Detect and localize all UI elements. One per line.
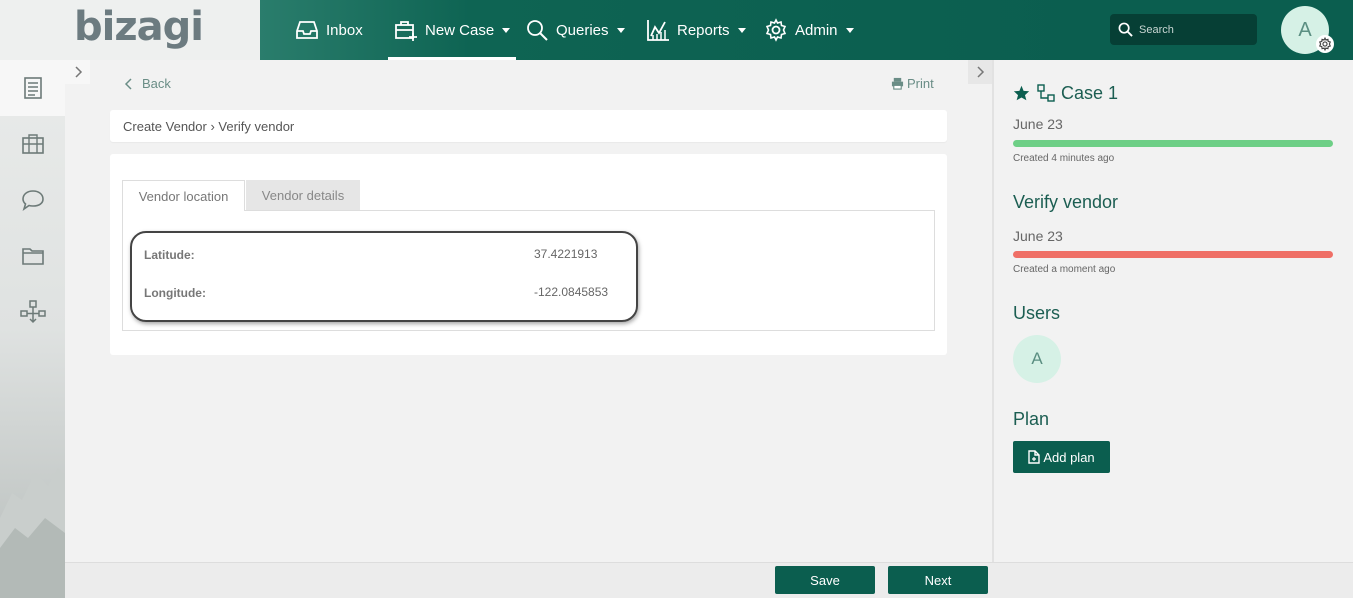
task-created: Created a moment ago	[1013, 264, 1116, 275]
case-created: Created 4 minutes ago	[1013, 153, 1115, 164]
task-title: Verify vendor	[1013, 192, 1119, 212]
nav-queries[interactable]: Queries	[525, 0, 625, 60]
chevron-down-icon	[737, 27, 746, 33]
nav-inbox-label: Inbox	[326, 21, 363, 39]
rail-documents[interactable]	[0, 228, 65, 284]
search-box[interactable]	[1110, 14, 1257, 45]
briefcase-icon	[21, 134, 44, 154]
new-case-icon	[395, 21, 417, 41]
user-settings-gear-icon[interactable]	[1316, 35, 1334, 53]
document-plus-icon	[1028, 450, 1041, 464]
rail-process[interactable]	[0, 284, 65, 340]
search-icon	[527, 20, 548, 41]
printer-icon	[891, 77, 904, 90]
case-progress-bar	[1013, 140, 1333, 147]
gear-icon	[765, 18, 787, 42]
task-date: June 23	[1013, 228, 1063, 244]
chevron-down-icon	[845, 27, 854, 33]
nav-inbox[interactable]: Inbox	[295, 0, 363, 60]
nav-queries-label: Queries	[556, 21, 609, 39]
nav-new-case-label: New Case	[425, 21, 495, 39]
back-link[interactable]: Back	[124, 76, 171, 91]
form-card: Vendor location Vendor details Latitude:…	[110, 154, 947, 355]
inbox-icon	[296, 21, 318, 39]
chevron-right-icon	[74, 66, 82, 78]
top-bar: bizagi Inbox New Case Queries Reports Ad…	[0, 0, 1353, 60]
tab-vendor-location[interactable]: Vendor location	[122, 180, 245, 211]
search-input[interactable]	[1139, 23, 1249, 36]
task-progress-bar	[1013, 251, 1333, 258]
reports-chart-icon	[647, 20, 669, 41]
add-plan-label: Add plan	[1043, 449, 1095, 465]
plan-heading: Plan	[1013, 409, 1050, 429]
assigned-user-avatar[interactable]: A	[1013, 335, 1061, 383]
chevron-right-icon	[977, 66, 985, 78]
case-title: Case 1	[1061, 83, 1119, 103]
process-flow-icon	[19, 300, 46, 324]
back-label: Back	[142, 76, 171, 91]
rail-chat[interactable]	[0, 172, 65, 228]
chevron-down-icon	[616, 27, 625, 33]
chevron-down-icon	[502, 27, 511, 33]
chevron-left-icon	[124, 77, 132, 90]
print-link[interactable]: Print	[891, 76, 934, 91]
nav-admin[interactable]: Admin	[764, 0, 854, 60]
rail-work-items[interactable]	[0, 60, 65, 116]
logo-area: bizagi	[0, 0, 260, 60]
star-icon[interactable]	[1013, 85, 1030, 101]
folder-icon	[21, 248, 44, 265]
left-rail	[0, 60, 65, 598]
highlight-annotation	[130, 231, 638, 322]
add-plan-button[interactable]: Add plan	[1013, 441, 1110, 473]
process-icon	[1037, 84, 1055, 102]
nav-reports[interactable]: Reports	[646, 0, 746, 60]
work-items-list-icon	[23, 77, 42, 99]
collapse-right-panel-button[interactable]	[968, 60, 992, 84]
tab-vendor-details[interactable]: Vendor details	[246, 180, 360, 211]
save-button[interactable]: Save	[775, 566, 875, 594]
print-label: Print	[907, 76, 934, 91]
users-heading: Users	[1013, 303, 1061, 323]
search-icon	[1118, 22, 1133, 37]
next-button[interactable]: Next	[888, 566, 988, 594]
breadcrumb: Create Vendor › Verify vendor	[110, 110, 947, 142]
mountain-background	[0, 468, 65, 598]
chat-icon	[21, 190, 44, 211]
bizagi-logo[interactable]: bizagi	[74, 4, 204, 50]
case-date: June 23	[1013, 116, 1063, 132]
expand-left-panel-button[interactable]	[65, 60, 90, 84]
footer-bar	[65, 562, 1353, 598]
rail-cases[interactable]	[0, 116, 65, 172]
nav-new-case[interactable]: New Case	[387, 0, 517, 60]
main-nav: Inbox New Case Queries Reports Admin	[260, 0, 1100, 60]
nav-reports-label: Reports	[677, 21, 730, 39]
nav-admin-label: Admin	[795, 21, 838, 39]
